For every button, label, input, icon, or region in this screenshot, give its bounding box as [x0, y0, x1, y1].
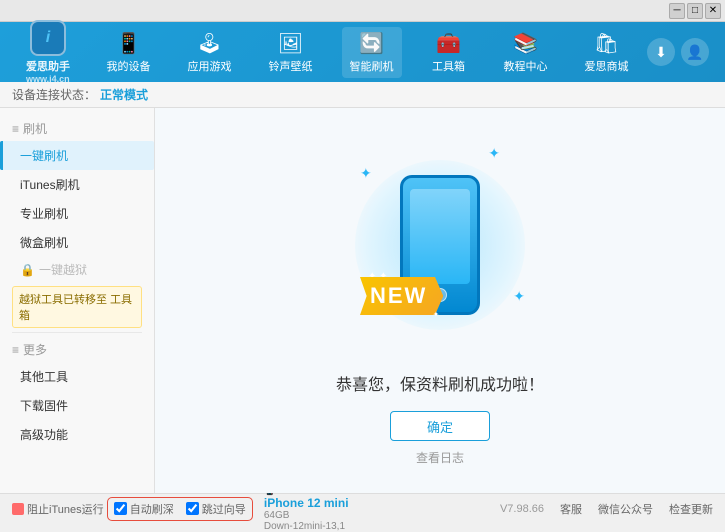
checkbox-group: 自动刷深 跳过向导 [110, 500, 250, 518]
nav-bar: i 爱思助手 www.i4.cn 📱 我的设备 🕹 应用游戏 🖼 铃声壁纸 🔄 … [0, 22, 725, 82]
sidebar-warning-box: 越狱工具已转移至 工具箱 [12, 286, 142, 328]
more-section-icon: ≡ [12, 343, 19, 357]
status-label: 设备连接状态： [12, 86, 96, 103]
new-ribbon: NEW [360, 277, 443, 315]
nav-items: 📱 我的设备 🕹 应用游戏 🖼 铃声壁纸 🔄 智能刷机 🧰 工具箱 📚 教程中心… [88, 27, 647, 78]
app-game-icon: 🕹 [197, 31, 222, 56]
download-button[interactable]: ⬇ [647, 38, 675, 66]
new-stars-right: ✦ [433, 310, 440, 319]
sidebar-item-one-click-flash[interactable]: 一键刷机 [0, 141, 154, 170]
content-area: ✦ ✦ ✦ ✦ ✦ NEW ✦ 恭喜您，保资料刷机成功啦！ [155, 108, 725, 493]
nav-ringtone[interactable]: 🖼 铃声壁纸 [261, 27, 321, 78]
sidebar-section-flash: ≡ 刷机 [0, 116, 154, 141]
nav-right: ⬇ 👤 [647, 38, 717, 66]
sidebar-divider [12, 332, 142, 333]
auto-flash-checkbox[interactable]: 自动刷深 [114, 501, 174, 517]
my-device-icon: 📱 [116, 31, 141, 56]
logo-name: 爱思助手 www.i4.cn [26, 58, 70, 84]
wechat-link[interactable]: 微信公众号 [598, 501, 653, 517]
sidebar: ≡ 刷机 一键刷机 iTunes刷机 专业刷机 微盒刷机 🔒 一键越狱 越狱工具… [0, 108, 155, 493]
customer-service-link[interactable]: 客服 [560, 501, 582, 517]
confirm-button[interactable]: 确定 [390, 411, 490, 441]
main-area: ≡ 刷机 一键刷机 iTunes刷机 专业刷机 微盒刷机 🔒 一键越狱 越狱工具… [0, 108, 725, 493]
phone-screen [410, 189, 470, 284]
sparkle-3: ✦ [513, 288, 525, 305]
new-badge: ✦ ✦ NEW ✦ [360, 277, 443, 315]
sidebar-item-pro-flash[interactable]: 专业刷机 [0, 199, 154, 228]
nav-app-game[interactable]: 🕹 应用游戏 [180, 27, 240, 78]
phone-illustration: ✦ ✦ ✦ ✦ ✦ NEW ✦ [340, 135, 540, 355]
check-update-link[interactable]: 检查更新 [669, 501, 713, 517]
via-wizard-checkbox[interactable]: 跳过向导 [186, 501, 246, 517]
logo: i 爱思助手 www.i4.cn [8, 20, 88, 84]
nav-mall[interactable]: 🛍 爱思商城 [577, 27, 637, 78]
sparkle-1: ✦ [360, 165, 372, 182]
sidebar-item-advanced[interactable]: 高级功能 [0, 420, 154, 449]
maximize-button[interactable]: □ [687, 3, 703, 19]
sidebar-section-more: ≡ 更多 [0, 337, 154, 362]
logo-icon: i [30, 20, 66, 56]
mall-icon: 🛍 [594, 31, 619, 56]
changelog-link[interactable]: 查看日志 [416, 449, 464, 466]
close-button[interactable]: ✕ [705, 3, 721, 19]
device-storage: 64GB [264, 510, 384, 521]
via-wizard-input[interactable] [186, 502, 199, 515]
auto-flash-input[interactable] [114, 502, 127, 515]
sidebar-item-itunes-flash[interactable]: iTunes刷机 [0, 170, 154, 199]
sparkle-2: ✦ [488, 145, 500, 162]
toolbox-icon: 🧰 [436, 31, 461, 56]
flash-section-icon: ≡ [12, 122, 19, 136]
status-bar: 设备连接状态： 正常模式 [0, 82, 725, 108]
nav-my-device[interactable]: 📱 我的设备 [99, 27, 159, 78]
sidebar-item-micro-flash[interactable]: 微盒刷机 [0, 228, 154, 257]
tutorial-icon: 📚 [513, 31, 538, 56]
smart-flash-icon: 🔄 [359, 31, 384, 56]
version-label: V7.98.66 [500, 503, 544, 515]
nav-tutorial[interactable]: 📚 教程中心 [496, 27, 556, 78]
lock-icon: 🔒 [20, 263, 35, 277]
sidebar-item-other-tools[interactable]: 其他工具 [0, 362, 154, 391]
stop-icon [12, 503, 24, 515]
ringtone-icon: 🖼 [278, 31, 303, 56]
success-message: 恭喜您，保资料刷机成功啦！ [336, 371, 544, 395]
nav-toolbox[interactable]: 🧰 工具箱 [423, 27, 475, 78]
stop-itunes-button[interactable]: 阻止iTunes运行 [12, 501, 104, 517]
sidebar-item-jailbreak: 🔒 一键越狱 [0, 257, 154, 282]
bottom-right: V7.98.66 客服 微信公众号 检查更新 [500, 501, 713, 517]
nav-smart-flash[interactable]: 🔄 智能刷机 [342, 27, 402, 78]
sidebar-item-download-firmware[interactable]: 下载固件 [0, 391, 154, 420]
title-bar: ─ □ ✕ [0, 0, 725, 22]
status-value: 正常模式 [100, 86, 148, 103]
minimize-button[interactable]: ─ [669, 3, 685, 19]
account-button[interactable]: 👤 [681, 38, 709, 66]
bottom-bar: 阻止iTunes运行 自动刷深 跳过向导 📱 iPhone 12 mini 64… [0, 493, 725, 523]
